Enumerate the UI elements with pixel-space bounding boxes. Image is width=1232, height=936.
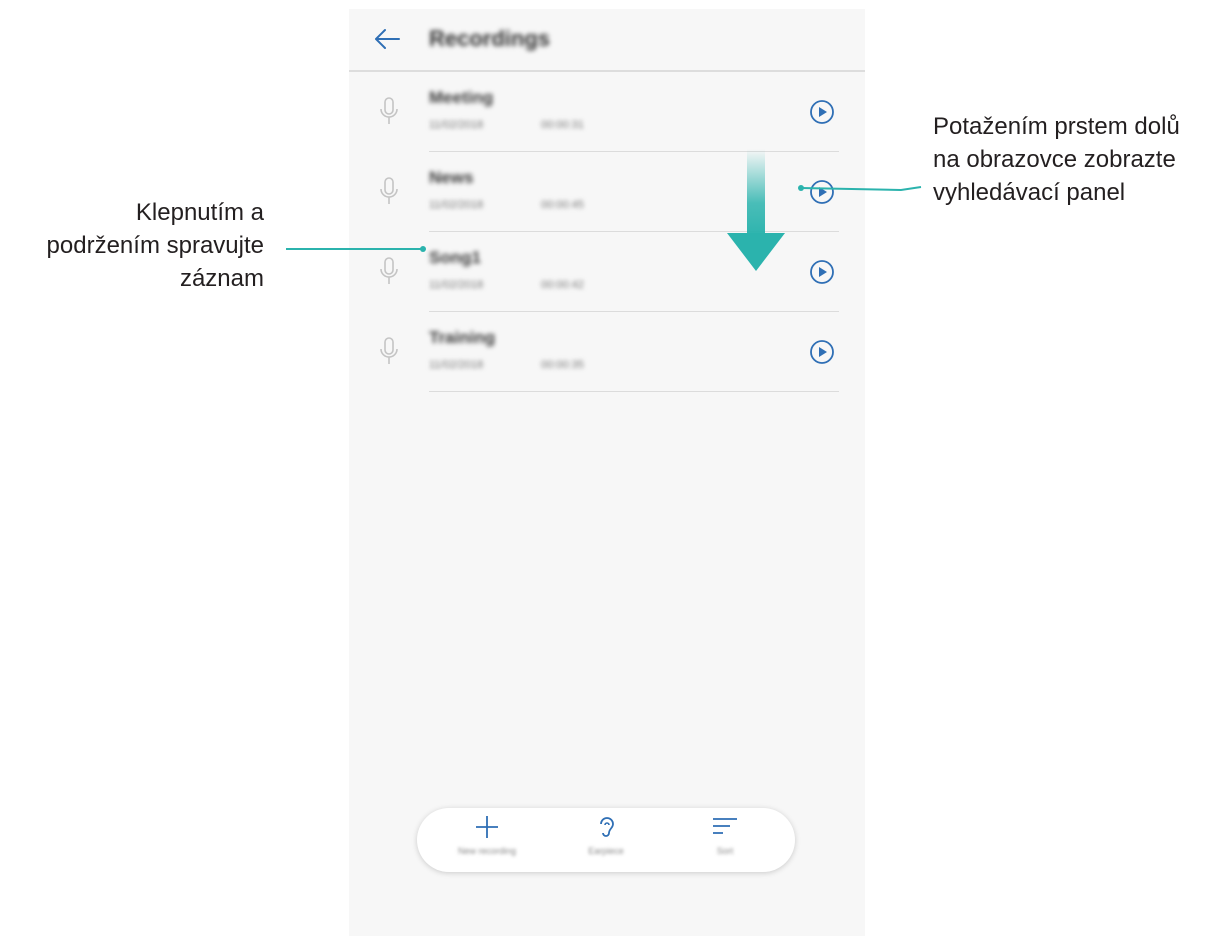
sort-label: Sort <box>716 846 734 856</box>
sort-icon <box>713 818 737 834</box>
back-button[interactable] <box>371 23 403 55</box>
microphone-icon <box>375 94 403 128</box>
recording-name: Training <box>429 328 496 347</box>
callout-long-press: Klepnutím a podržením spravujte záznam <box>0 196 264 295</box>
recording-date: 11/02/2018 <box>429 119 484 131</box>
earpiece-label: Earpiece <box>588 846 624 856</box>
page-title: Recordings <box>429 26 551 51</box>
new-recording-button[interactable]: New recording <box>447 814 527 870</box>
ear-icon <box>600 817 614 837</box>
microphone-icon <box>375 334 403 368</box>
bottom-toolbar: New recording Earpiece Sort <box>417 808 795 872</box>
list-item[interactable]: Meeting 11/02/2018 00:00:31 <box>349 72 865 152</box>
recording-duration: 00:00:45 <box>541 199 584 211</box>
recording-name: Song1 <box>429 248 481 267</box>
microphone-icon <box>375 254 403 288</box>
callout-line: Potažením prstem dolů <box>933 113 1180 140</box>
swipe-down-arrow-icon <box>727 149 785 271</box>
callout-swipe-down: Potažením prstem dolů na obrazovce zobra… <box>933 110 1229 209</box>
recording-duration: 00:00:42 <box>541 279 584 291</box>
microphone-icon <box>375 174 403 208</box>
recording-date: 11/02/2018 <box>429 199 484 211</box>
app-bar: Recordings <box>349 9 865 72</box>
callout-line: na obrazovce zobrazte <box>933 146 1176 173</box>
play-button[interactable] <box>808 98 836 126</box>
callout-line: Klepnutím a <box>135 199 264 226</box>
recording-duration: 00:00:31 <box>541 119 584 131</box>
callout-line: záznam <box>179 265 264 292</box>
play-icon <box>810 100 834 124</box>
recording-name: News <box>429 168 474 187</box>
play-icon <box>810 340 834 364</box>
divider <box>429 391 839 392</box>
arrow-left-icon <box>375 29 400 49</box>
new-recording-label: New recording <box>457 846 517 856</box>
play-button[interactable] <box>808 338 836 366</box>
play-button[interactable] <box>808 258 836 286</box>
list-item[interactable]: Training 11/02/2018 00:00:35 <box>349 312 865 392</box>
recording-duration: 00:00:35 <box>541 359 584 371</box>
callout-leader-left <box>286 246 426 252</box>
play-icon <box>810 260 834 284</box>
sort-button[interactable]: Sort <box>685 814 765 870</box>
callout-leader-right <box>798 185 922 192</box>
phone-screen: Recordings Meeting 11/02/2018 00:00:31 N… <box>349 9 865 936</box>
recordings-list: Meeting 11/02/2018 00:00:31 News 11/02/2… <box>349 72 865 392</box>
plus-icon <box>476 816 498 838</box>
callout-line: podržením spravujte <box>46 232 264 259</box>
earpiece-button[interactable]: Earpiece <box>566 814 646 870</box>
recording-date: 11/02/2018 <box>429 279 484 291</box>
list-item[interactable]: News 11/02/2018 00:00:45 <box>349 152 865 232</box>
callout-line: vyhledávací panel <box>933 179 1126 206</box>
recording-date: 11/02/2018 <box>429 359 484 371</box>
recording-name: Meeting <box>429 88 494 107</box>
